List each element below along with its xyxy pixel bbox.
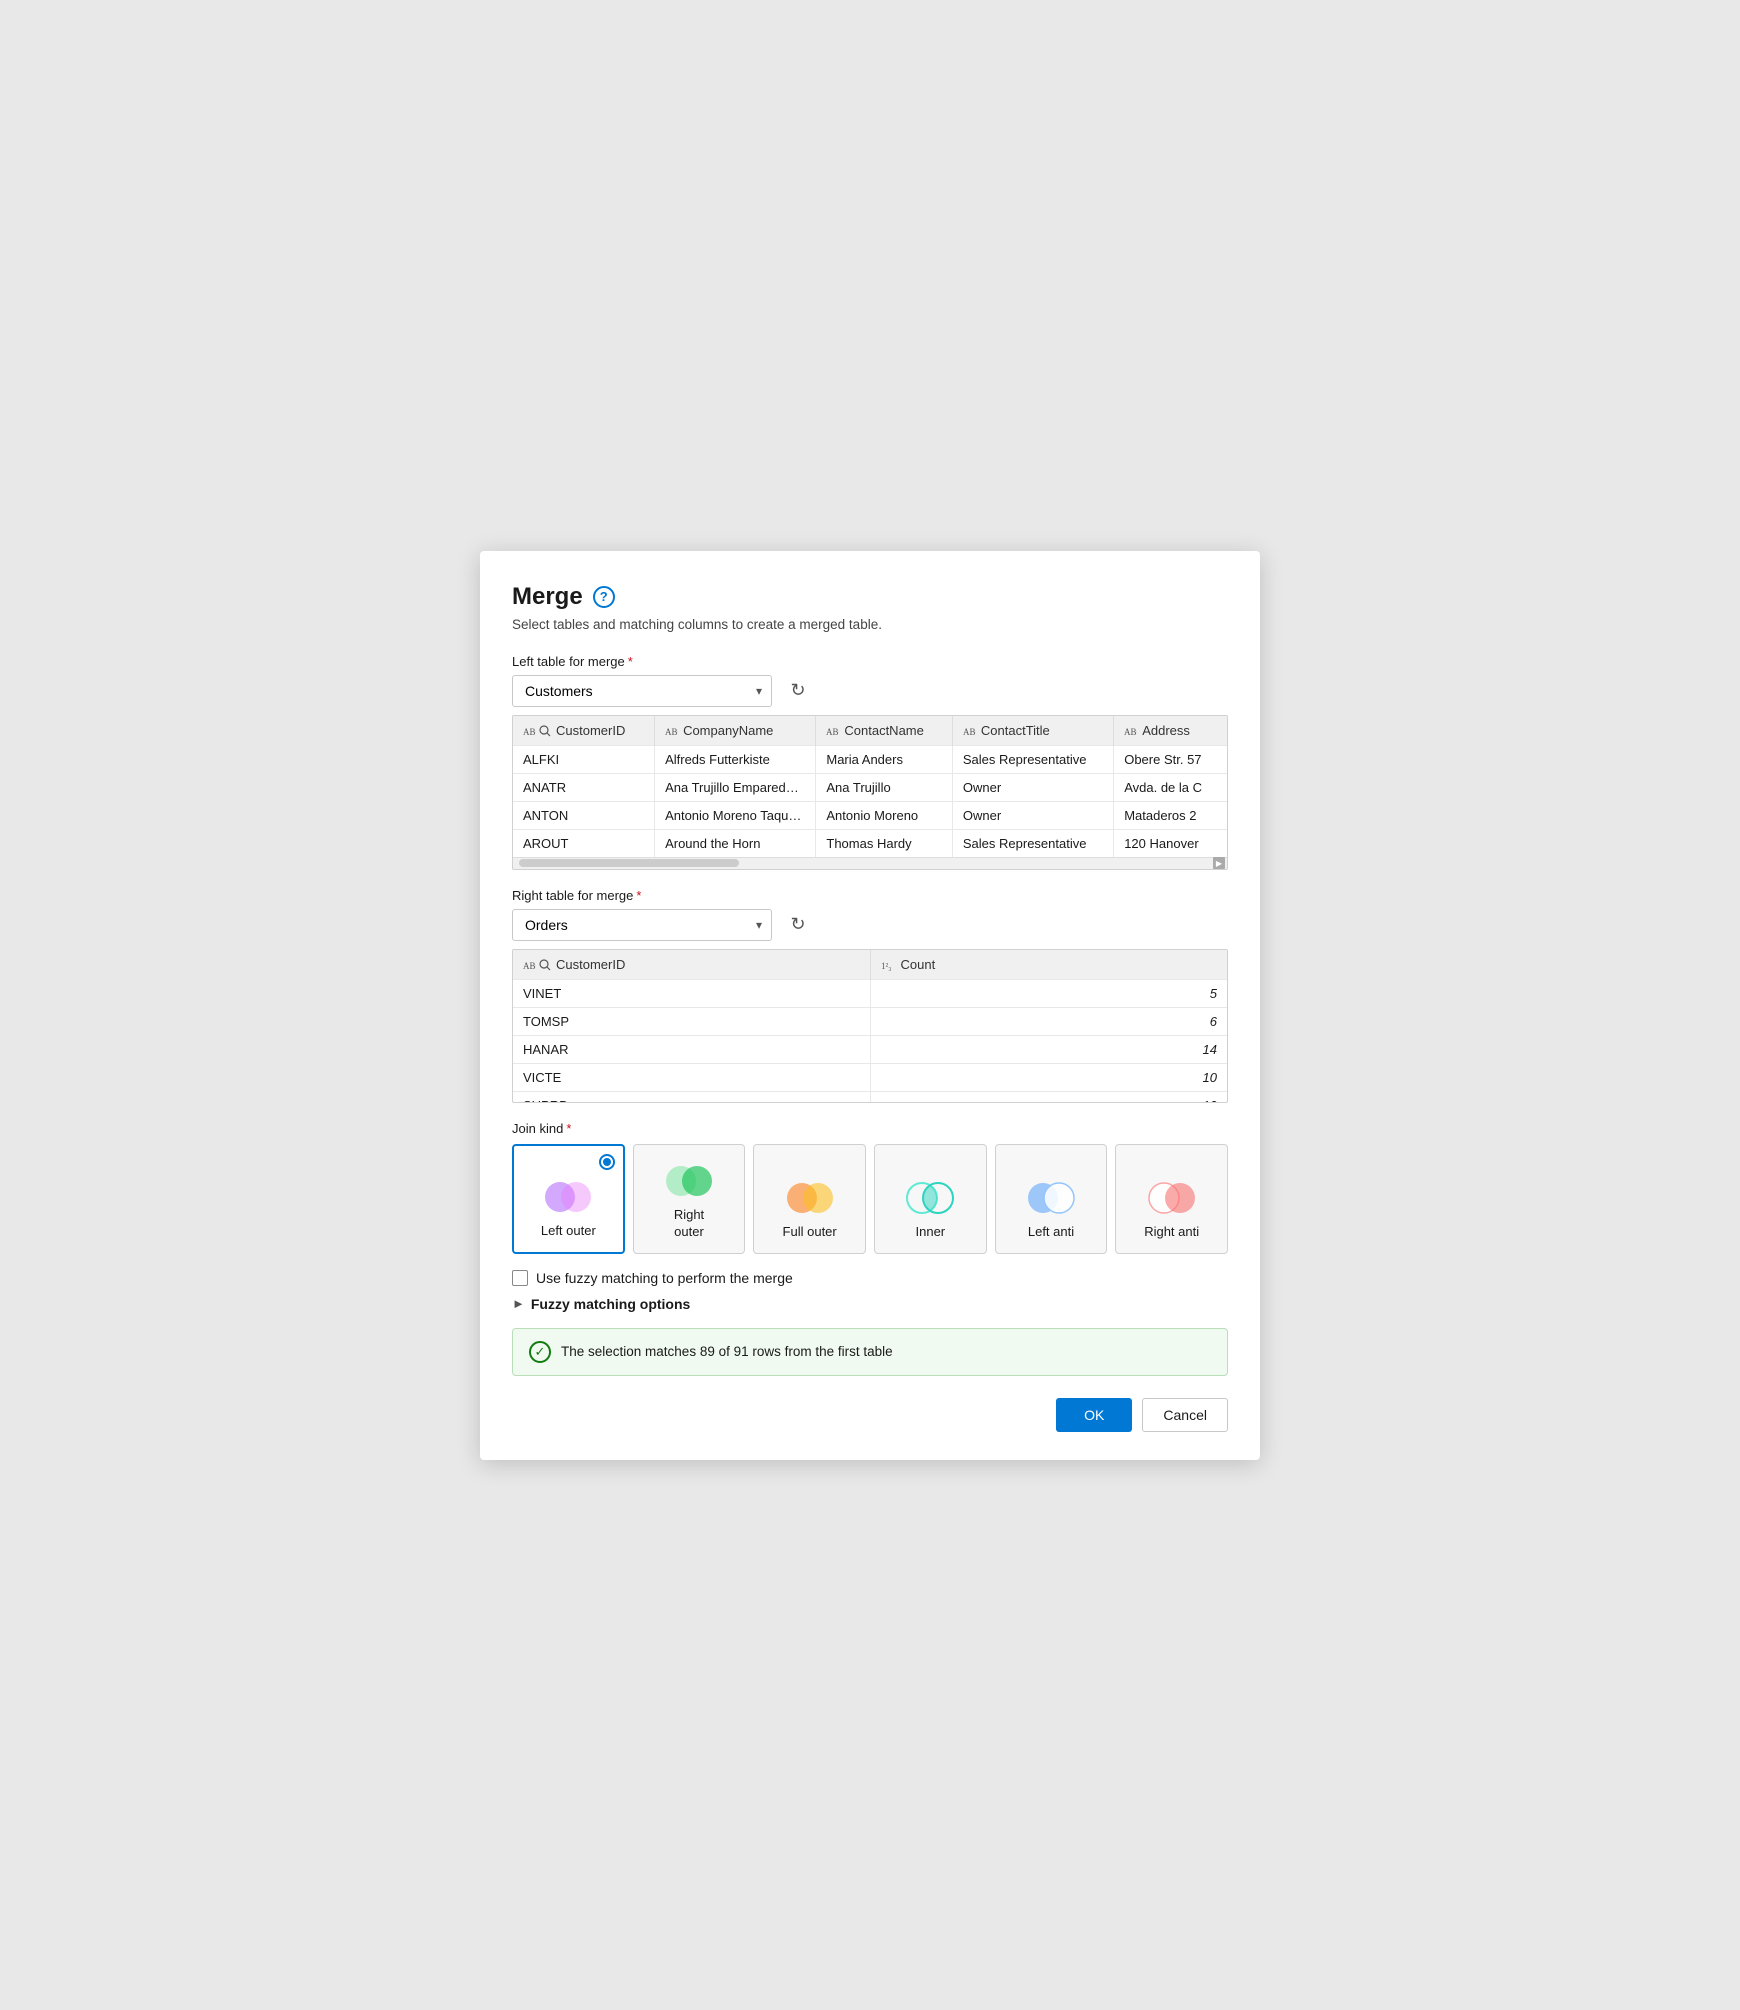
venn-full-outer-icon: [784, 1180, 836, 1216]
table-row[interactable]: AROUT Around the Horn Thomas Hardy Sales…: [513, 829, 1227, 857]
customers-col-companyname[interactable]: ABC CompanyName: [655, 716, 816, 746]
svg-text:1²₃: 1²₃: [881, 961, 891, 971]
venn-inner-icon: [904, 1180, 956, 1216]
table-row[interactable]: ANATR Ana Trujillo Emparedados y helados…: [513, 773, 1227, 801]
join-option-right-anti-label: Right anti: [1144, 1224, 1199, 1241]
fuzzy-expand-label: Fuzzy matching options: [531, 1296, 690, 1312]
customers-col-contacttitle[interactable]: ABC ContactTitle: [952, 716, 1113, 746]
venn-right-outer-icon: [663, 1163, 715, 1199]
join-option-full-outer[interactable]: Full outer: [753, 1144, 866, 1254]
svg-text:ABC: ABC: [665, 727, 678, 737]
right-table-refresh-button[interactable]: ↻: [782, 909, 814, 941]
customers-col-contactname[interactable]: ABC ContactName: [816, 716, 953, 746]
table-row[interactable]: HANAR 14: [513, 1035, 1227, 1063]
customers-table: ABC CustomerID ABC CompanyName: [513, 716, 1227, 857]
fuzzy-expand-chevron-icon: ►: [512, 1296, 525, 1311]
match-info-bar: ✓ The selection matches 89 of 91 rows fr…: [512, 1328, 1228, 1376]
fuzzy-matching-row: Use fuzzy matching to perform the merge: [512, 1270, 1228, 1286]
orders-col-customerid[interactable]: ABC CustomerID: [513, 950, 870, 980]
venn-left-outer-icon: [542, 1179, 594, 1215]
join-kind-label: Join kind*: [512, 1121, 1228, 1136]
left-table-refresh-button[interactable]: ↻: [782, 675, 814, 707]
match-check-icon: ✓: [529, 1341, 551, 1363]
customers-table-body: ALFKI Alfreds Futterkiste Maria Anders S…: [513, 745, 1227, 857]
orders-table: ABC CustomerID 1²₃ Count: [513, 950, 1227, 1102]
join-option-inner[interactable]: Inner: [874, 1144, 987, 1254]
orders-table-container: ABC CustomerID 1²₃ Count: [512, 949, 1228, 1103]
table-row[interactable]: ALFKI Alfreds Futterkiste Maria Anders S…: [513, 745, 1227, 773]
dialog-subtitle: Select tables and matching columns to cr…: [512, 617, 1228, 632]
merge-dialog: Merge ? Select tables and matching colum…: [480, 551, 1260, 1460]
join-option-right-outer[interactable]: Rightouter: [633, 1144, 746, 1254]
orders-col-count[interactable]: 1²₃ Count: [870, 950, 1227, 980]
join-option-left-anti[interactable]: Left anti: [995, 1144, 1108, 1254]
right-table-select-wrapper: Orders ▾: [512, 909, 772, 941]
dialog-footer: OK Cancel: [512, 1398, 1228, 1432]
join-option-left-outer-label: Left outer: [541, 1223, 596, 1240]
left-table-label: Left table for merge*: [512, 654, 1228, 669]
svg-text:ABC: ABC: [523, 727, 536, 737]
customers-table-container: ABC CustomerID ABC CompanyName: [512, 715, 1228, 870]
svg-text:ABC: ABC: [826, 727, 839, 737]
fuzzy-matching-label: Use fuzzy matching to perform the merge: [536, 1270, 793, 1286]
ok-button[interactable]: OK: [1056, 1398, 1132, 1432]
svg-text:ABC: ABC: [1124, 727, 1137, 737]
join-option-left-anti-label: Left anti: [1028, 1224, 1074, 1241]
help-icon[interactable]: ?: [593, 586, 615, 608]
join-kind-grid: Left outer Rightouter Full outer: [512, 1144, 1228, 1254]
table-row[interactable]: VICTE 10: [513, 1063, 1227, 1091]
customers-hscrollbar[interactable]: ▶: [513, 857, 1227, 869]
join-option-right-anti[interactable]: Right anti: [1115, 1144, 1228, 1254]
customers-col-customerid[interactable]: ABC CustomerID: [513, 716, 655, 746]
customers-col-address[interactable]: ABC Address: [1114, 716, 1227, 746]
join-option-full-outer-label: Full outer: [783, 1224, 837, 1241]
right-table-label: Right table for merge*: [512, 888, 1228, 903]
join-option-right-outer-label: Rightouter: [674, 1207, 704, 1241]
svg-text:ABC: ABC: [963, 727, 976, 737]
right-table-select[interactable]: Orders: [512, 909, 772, 941]
fuzzy-expand-button[interactable]: ► Fuzzy matching options: [512, 1296, 1228, 1312]
venn-right-anti-icon: [1146, 1180, 1198, 1216]
orders-table-body: VINET 5 TOMSP 6 HANAR 14 VICTE 10: [513, 979, 1227, 1102]
fuzzy-matching-checkbox[interactable]: [512, 1270, 528, 1286]
join-option-inner-label: Inner: [916, 1224, 946, 1241]
table-row[interactable]: VINET 5: [513, 979, 1227, 1007]
left-table-select[interactable]: Customers: [512, 675, 772, 707]
left-table-select-wrapper: Customers ▾: [512, 675, 772, 707]
cancel-button[interactable]: Cancel: [1142, 1398, 1228, 1432]
table-row[interactable]: SUPRD 12: [513, 1091, 1227, 1102]
dialog-title: Merge: [512, 583, 583, 611]
venn-left-anti-icon: [1025, 1180, 1077, 1216]
svg-text:ABC: ABC: [523, 961, 536, 971]
table-row[interactable]: TOMSP 6: [513, 1007, 1227, 1035]
table-row[interactable]: ANTON Antonio Moreno Taquería Antonio Mo…: [513, 801, 1227, 829]
join-option-left-outer[interactable]: Left outer: [512, 1144, 625, 1254]
match-info-text: The selection matches 89 of 91 rows from…: [561, 1344, 893, 1359]
radio-left-outer: [599, 1154, 615, 1170]
